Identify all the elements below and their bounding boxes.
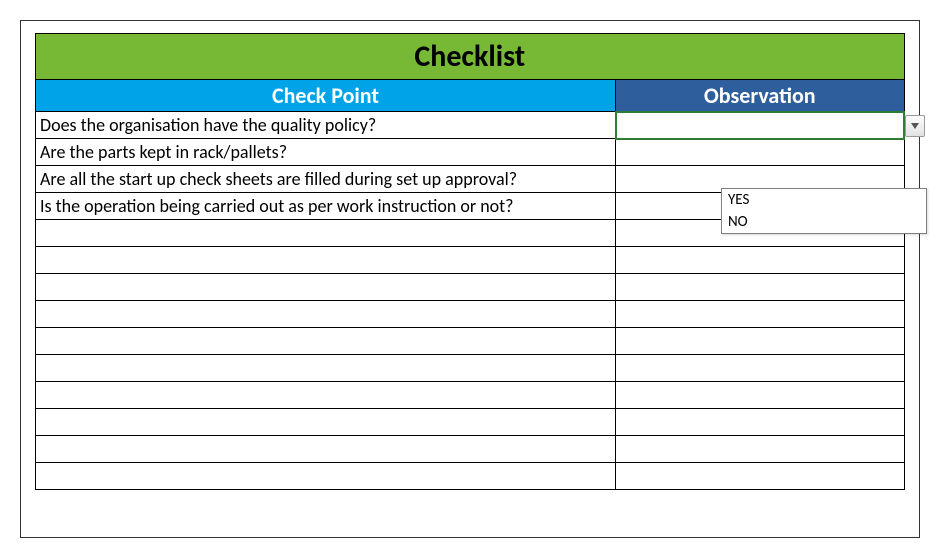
observation-cell[interactable] <box>616 409 905 436</box>
observation-cell[interactable] <box>616 355 905 382</box>
observation-cell[interactable] <box>616 274 905 301</box>
title-row: Checklist <box>36 34 905 80</box>
dropdown-list[interactable]: YES NO <box>721 188 927 234</box>
checkpoint-cell[interactable]: Is the operation being carried out as pe… <box>36 193 616 220</box>
table-row: Are the parts kept in rack/pallets? <box>36 139 905 166</box>
table-row <box>36 328 905 355</box>
table-row: Does the organisation have the quality p… <box>36 112 905 139</box>
observation-cell[interactable] <box>616 139 905 166</box>
dropdown-option-yes[interactable]: YES <box>722 189 926 211</box>
table-row <box>36 463 905 490</box>
title-cell: Checklist <box>36 34 905 80</box>
chevron-down-icon <box>911 123 919 129</box>
observation-cell[interactable] <box>616 247 905 274</box>
observation-cell[interactable] <box>616 436 905 463</box>
table-row <box>36 301 905 328</box>
table-row <box>36 247 905 274</box>
checkpoint-cell[interactable] <box>36 301 616 328</box>
checkpoint-cell[interactable] <box>36 274 616 301</box>
header-observation: Observation <box>616 80 905 112</box>
checkpoint-cell[interactable] <box>36 247 616 274</box>
checkpoint-cell[interactable] <box>36 220 616 247</box>
checkpoint-cell[interactable]: Does the organisation have the quality p… <box>36 112 616 139</box>
checkpoint-cell[interactable] <box>36 436 616 463</box>
checkpoint-cell[interactable] <box>36 355 616 382</box>
table-row <box>36 436 905 463</box>
observation-cell[interactable] <box>616 301 905 328</box>
dropdown-button[interactable] <box>905 115 925 137</box>
header-row: Check Point Observation <box>36 80 905 112</box>
checkpoint-cell[interactable] <box>36 409 616 436</box>
checkpoint-cell[interactable] <box>36 463 616 490</box>
observation-cell[interactable] <box>616 463 905 490</box>
checkpoint-cell[interactable]: Are the parts kept in rack/pallets? <box>36 139 616 166</box>
observation-cell[interactable] <box>616 328 905 355</box>
observation-cell[interactable] <box>616 382 905 409</box>
spreadsheet-frame: Checklist Check Point Observation Does t… <box>20 20 920 538</box>
dropdown-option-no[interactable]: NO <box>722 211 926 233</box>
observation-cell[interactable] <box>616 112 905 139</box>
table-row <box>36 274 905 301</box>
checkpoint-cell[interactable] <box>36 328 616 355</box>
checklist-table: Checklist Check Point Observation Does t… <box>35 33 905 490</box>
checkpoint-cell[interactable] <box>36 382 616 409</box>
table-row <box>36 355 905 382</box>
header-checkpoint: Check Point <box>36 80 616 112</box>
table-row <box>36 382 905 409</box>
table-row <box>36 409 905 436</box>
checkpoint-cell[interactable]: Are all the start up check sheets are fi… <box>36 166 616 193</box>
